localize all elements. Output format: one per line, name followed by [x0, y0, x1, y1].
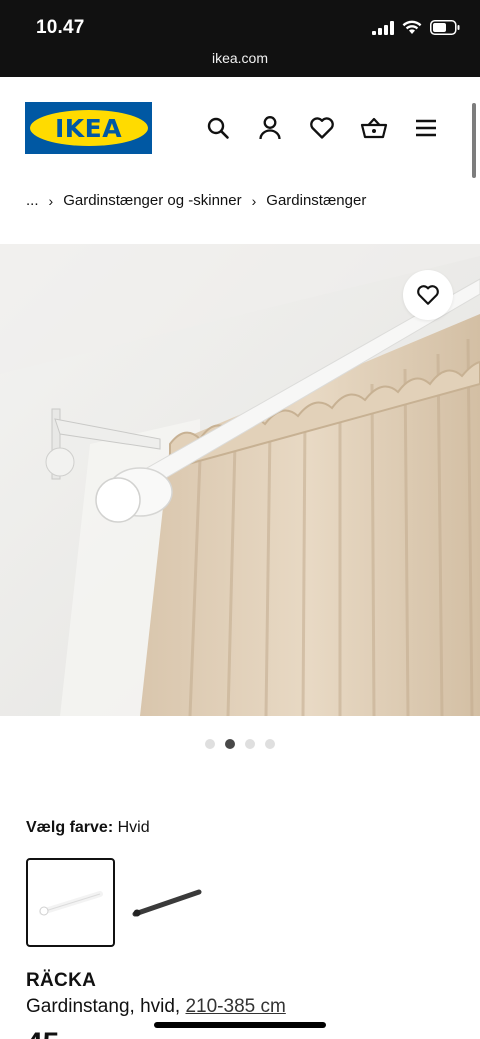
signal-icon [372, 20, 394, 35]
breadcrumb-item-curtain-rods[interactable]: Gardinstænger [266, 192, 366, 209]
logo-oval: IKEA [29, 110, 148, 146]
product-name: RÄCKA [26, 970, 97, 991]
product-image[interactable] [0, 244, 480, 716]
color-picker-label: Vælg farve: Hvid [26, 819, 150, 837]
color-label-text: Vælg farve: [26, 819, 114, 836]
carousel-dot[interactable] [245, 739, 255, 749]
white-rod-thumbnail [38, 890, 103, 915]
carousel-dots [0, 739, 480, 749]
product-desc-prefix: Gardinstang, hvid, [26, 996, 186, 1017]
url-bar[interactable]: ikea.com [0, 50, 480, 66]
breadcrumb: ... › Gardinstænger og -skinner › Gardin… [26, 192, 366, 209]
ikea-logo[interactable]: IKEA [25, 102, 152, 154]
chevron-right-icon: › [251, 192, 257, 209]
product-description: Gardinstang, hvid, 210-385 cm [26, 996, 286, 1018]
product-length-link[interactable]: 210-385 cm [185, 996, 285, 1017]
search-icon[interactable] [204, 114, 232, 142]
heart-icon[interactable] [308, 114, 336, 142]
breadcrumb-item-curtain-rails[interactable]: Gardinstænger og -skinner [63, 192, 241, 209]
black-rod-thumbnail [132, 889, 201, 916]
logo-text: IKEA [54, 113, 123, 143]
header-nav [204, 114, 440, 142]
home-indicator [154, 1022, 326, 1028]
status-bar: 10.47 ikea.com [0, 0, 480, 77]
site-header: IKEA [0, 77, 480, 179]
favorite-button[interactable] [403, 270, 453, 320]
menu-icon[interactable] [412, 114, 440, 142]
carousel-dot[interactable] [205, 739, 215, 749]
breadcrumb-ellipsis[interactable]: ... [26, 192, 39, 209]
curtain-rod-photo [0, 244, 480, 716]
product-price: 45 [26, 1027, 59, 1039]
color-swatch-black[interactable] [122, 858, 211, 947]
chevron-right-icon: › [48, 192, 54, 209]
wifi-icon [402, 20, 422, 34]
status-time: 10.47 [36, 17, 85, 38]
color-swatch-white[interactable] [26, 858, 115, 947]
user-icon[interactable] [256, 114, 284, 142]
battery-icon [430, 20, 460, 35]
scroll-indicator [472, 103, 476, 178]
color-selected-value: Hvid [117, 819, 150, 836]
carousel-dot-active[interactable] [225, 739, 235, 749]
status-icons [372, 20, 460, 35]
carousel-dot[interactable] [265, 739, 275, 749]
basket-icon[interactable] [360, 114, 388, 142]
heart-icon [417, 285, 439, 305]
